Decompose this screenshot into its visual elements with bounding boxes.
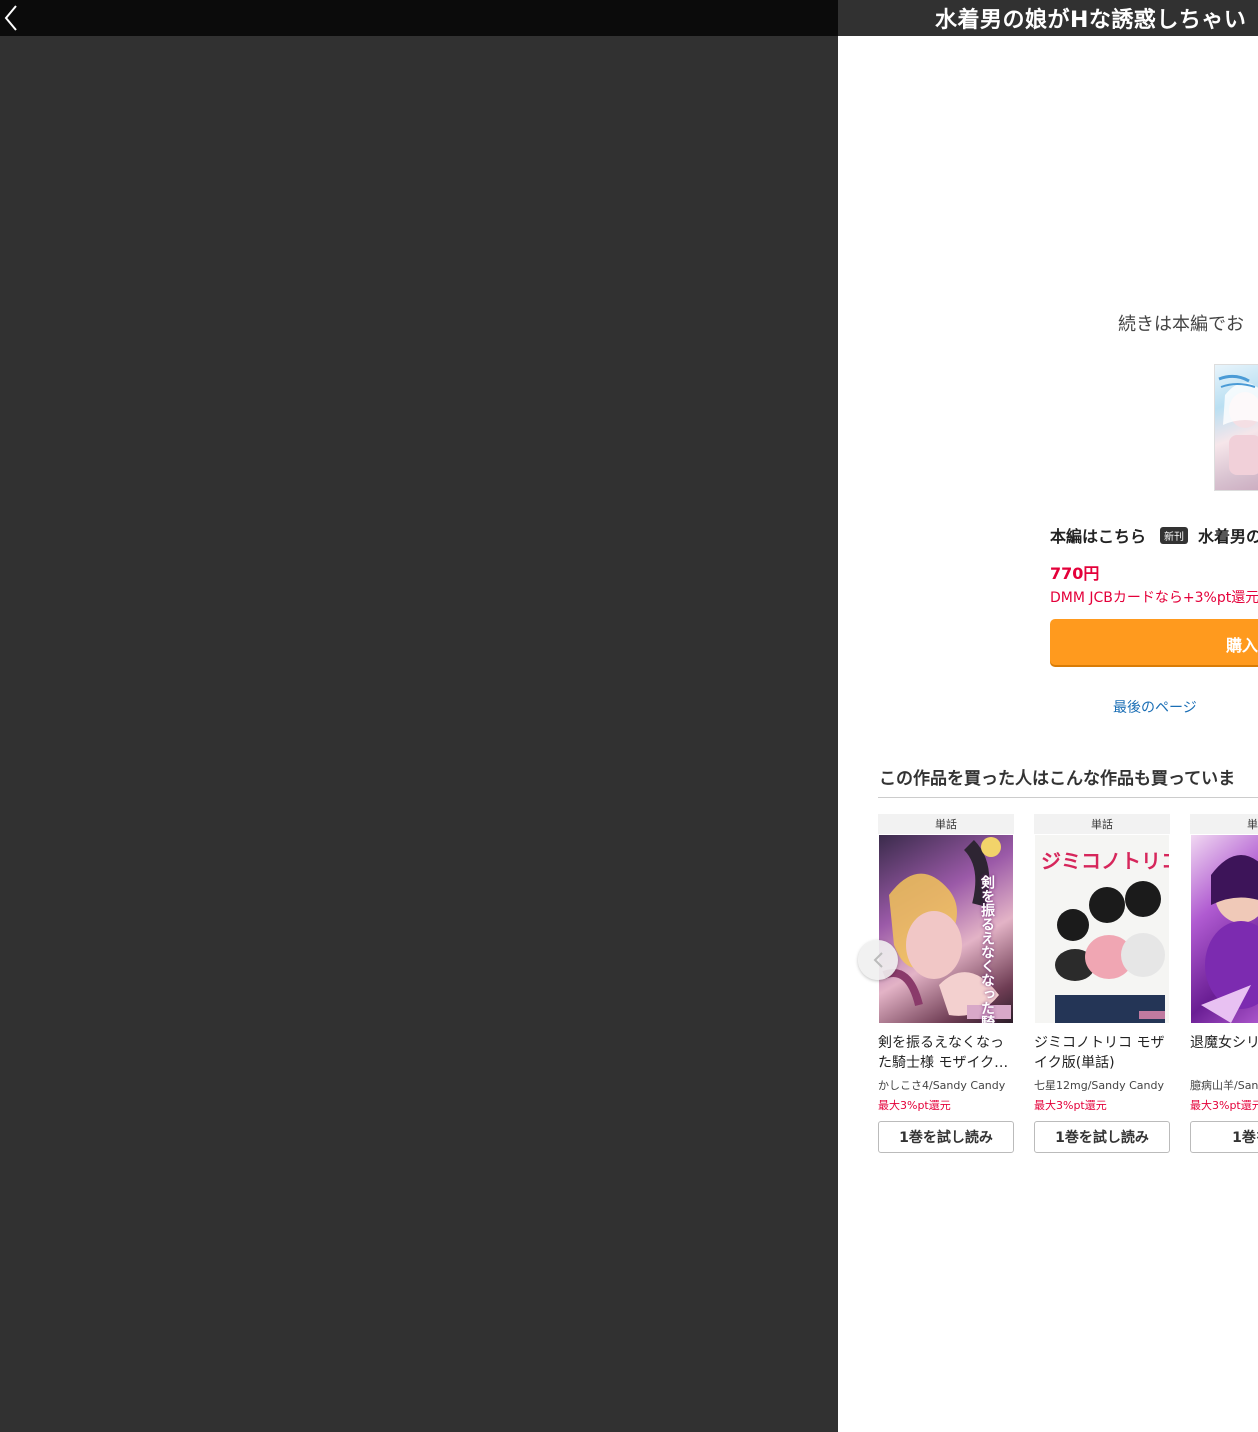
item-cover[interactable]: ジミコノトリコ (1035, 835, 1169, 1023)
format-badge: 単話 (1034, 814, 1170, 834)
item-title[interactable]: ジミコノトリコ モザイク版(単話) (1034, 1033, 1170, 1073)
main-work-title[interactable]: 水着男の (1198, 523, 1258, 547)
format-badge: 単話 (878, 814, 1014, 834)
format-badge: 単行 (1190, 814, 1258, 834)
recommend-item[interactable]: 単話 ジミコノトリコ ジミコノトリコ モザイク版(単話) 七星12mg/Sand… (1034, 814, 1170, 1153)
recommend-item[interactable]: 単話 剣を振るえなくなった騎士様 剣を振るえなくなった騎士様 モザイク… かしこ… (878, 814, 1014, 1153)
item-cover[interactable] (1191, 835, 1258, 1023)
last-page-link[interactable]: 最後のページ (1113, 697, 1197, 717)
cover-art (1218, 374, 1258, 475)
back-button[interactable] (0, 0, 22, 36)
main-work-row: 本編はこちら 新刊 水着男の (1050, 523, 1258, 547)
trial-read-button[interactable]: 1巻を試し読み (878, 1121, 1014, 1153)
buy-button[interactable]: 購入 (1050, 619, 1258, 665)
buy-button-label: 購入 (1226, 636, 1258, 655)
new-release-badge: 新刊 (1160, 526, 1189, 544)
cover-title: ジミコノトリコ (1041, 849, 1169, 873)
item-author[interactable]: かしこさ4/Sandy Candy (878, 1077, 1014, 1093)
item-title[interactable]: 剣を振るえなくなった騎士様 モザイク… (878, 1033, 1014, 1073)
recommend-item[interactable]: 単行 退魔女シリ イク版 臆病山羊/San 最大3%pt還元 1巻を試 (1190, 814, 1258, 1153)
recommend-heading: この作品を買った人はこんな作品も買っていま (879, 769, 1236, 789)
carousel-prev-button[interactable] (858, 940, 898, 980)
chevron-left-icon (873, 952, 883, 968)
page-title: 水着男の娘がHな誘惑しちゃい (935, 8, 1247, 33)
honpen-label: 本編はこちら (1050, 527, 1147, 546)
item-point-offer: 最大3%pt還元 (1190, 1099, 1258, 1112)
continue-message: 続きは本編でお (1118, 314, 1244, 335)
main-work-cover[interactable] (1214, 364, 1258, 491)
price: 770円 (1050, 564, 1100, 583)
chevron-left-icon (4, 5, 17, 31)
cover-title: 剣を振るえなくなった騎士様 (979, 875, 995, 1023)
item-author[interactable]: 臆病山羊/San (1190, 1077, 1258, 1093)
trial-read-button[interactable]: 1巻を試し読み (1034, 1121, 1170, 1153)
item-title[interactable]: 退魔女シリ イク版 (1190, 1033, 1258, 1073)
item-author[interactable]: 七星12mg/Sandy Candy (1034, 1077, 1170, 1093)
end-page-panel: 続きは本編でお 本編はこちら 新刊 水着男の 770円 DMM JCBカードなら… (838, 36, 1258, 1432)
item-point-offer: 最大3%pt還元 (878, 1099, 951, 1112)
section-divider (878, 797, 1258, 798)
title-bar: 水着男の娘がHな誘惑しちゃい (838, 0, 1258, 36)
item-cover[interactable]: 剣を振るえなくなった騎士様 (879, 835, 1013, 1023)
cover-art (1201, 855, 1258, 1023)
item-point-offer: 最大3%pt還元 (1034, 1099, 1107, 1112)
trial-read-button[interactable]: 1巻を試 (1190, 1121, 1258, 1153)
card-offer-text: DMM JCBカードなら+3%pt還元 (1050, 590, 1258, 606)
